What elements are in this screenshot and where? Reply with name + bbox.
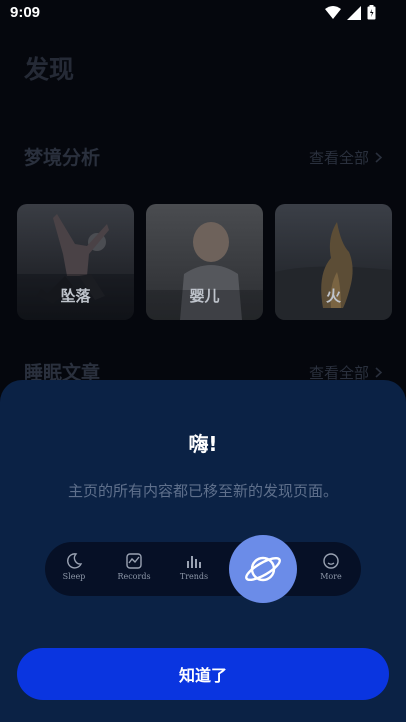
tab-label: Records: [117, 572, 151, 581]
records-icon: [126, 553, 142, 569]
tab-more: More: [306, 552, 356, 592]
sheet-description: 主页的所有内容都已移至新的发现页面。: [67, 482, 338, 500]
announcement-sheet: 嗨! 主页的所有内容都已移至新的发现页面。 Sleep Records Tren…: [0, 380, 406, 722]
tab-sleep: Sleep: [49, 552, 99, 592]
discover-fab: [229, 535, 297, 603]
moon-icon: [67, 553, 83, 569]
tab-records: Records: [109, 552, 159, 592]
got-it-button[interactable]: 知道了: [17, 648, 389, 700]
bar-chart-icon: [187, 556, 201, 568]
tab-bar-preview: Sleep Records Trends More: [45, 542, 361, 596]
smiley-icon: [323, 553, 339, 569]
sheet-title: 嗨!: [188, 432, 218, 456]
tab-trends: Trends: [169, 552, 219, 592]
tab-label: Sleep: [62, 572, 86, 581]
tab-label: More: [320, 572, 342, 581]
tab-label: Trends: [179, 572, 209, 581]
planet-icon: [245, 556, 281, 582]
